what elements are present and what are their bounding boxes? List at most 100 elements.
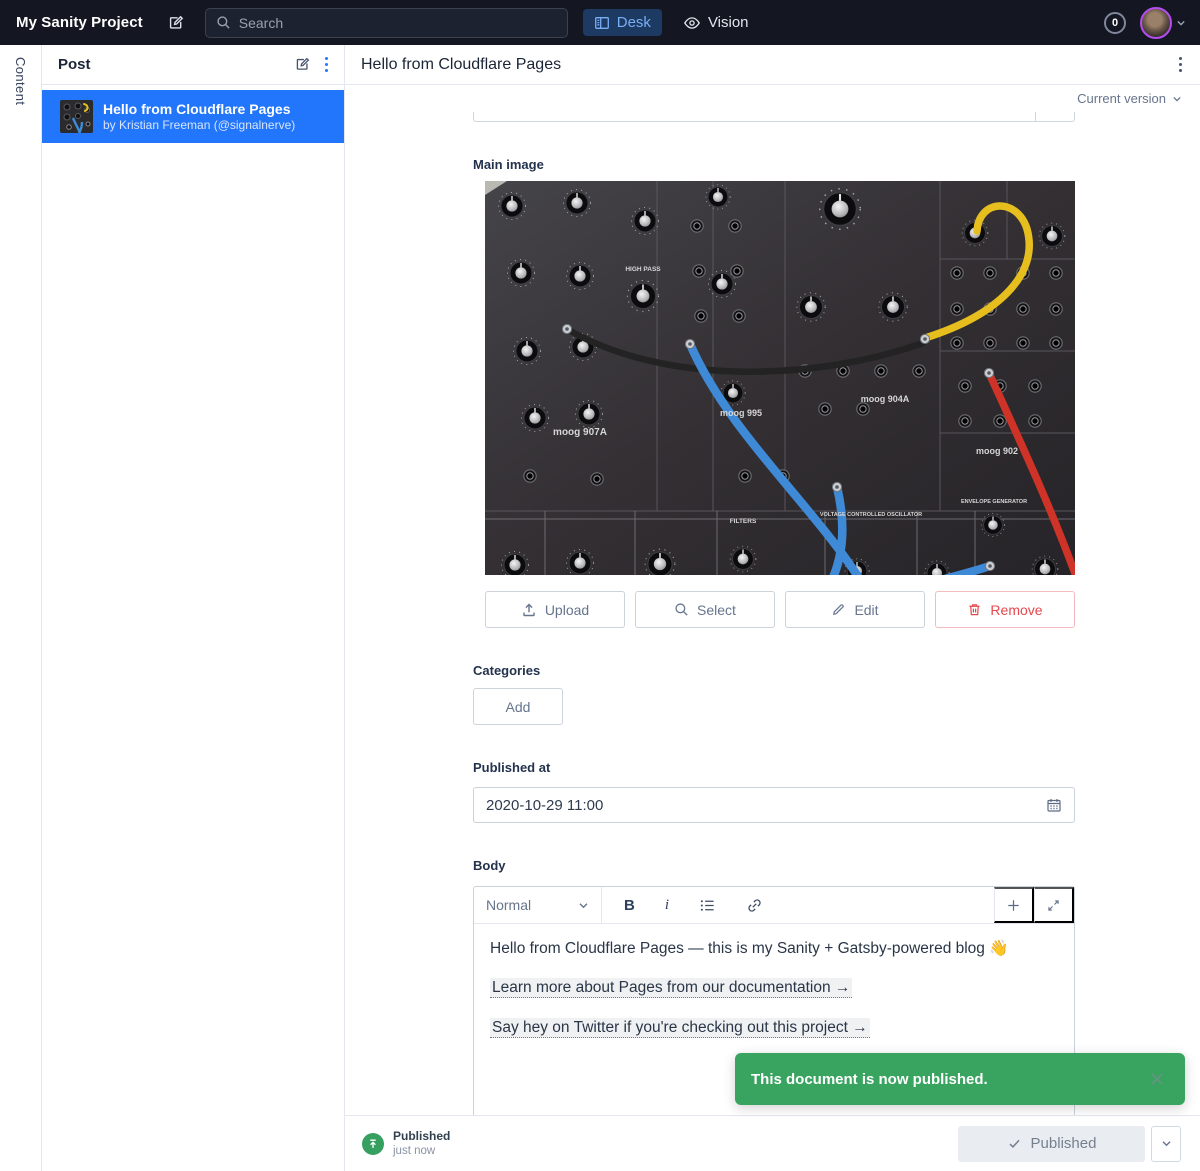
cropped-field-partial[interactable] [473, 112, 1075, 122]
tab-vision[interactable]: Vision [672, 9, 760, 37]
document-footer: Published just now Published [345, 1115, 1200, 1171]
notifications-badge[interactable]: 0 [1104, 12, 1126, 34]
toast-close-button[interactable] [1143, 1065, 1171, 1093]
project-title: My Sanity Project [16, 14, 143, 31]
tab-desk-label: Desk [617, 14, 651, 31]
post-item-text: Hello from Cloudflare Pages by Kristian … [103, 100, 295, 134]
published-button-label: Published [1031, 1135, 1097, 1152]
search-icon [674, 602, 689, 617]
check-icon [1007, 1136, 1022, 1151]
published-button[interactable]: Published [958, 1126, 1145, 1162]
search-input[interactable] [239, 15, 557, 31]
photo-label: moog 995 [720, 408, 762, 418]
document-title: Hello from Cloudflare Pages [361, 56, 1175, 74]
plus-icon [1005, 897, 1022, 914]
calendar-icon[interactable] [1046, 797, 1062, 813]
bullet-list-button[interactable] [697, 895, 718, 916]
remove-button[interactable]: Remove [935, 591, 1075, 628]
avatar [1140, 7, 1172, 39]
chevron-down-icon [1172, 94, 1182, 104]
document-menu-button[interactable] [1175, 53, 1187, 77]
link-button[interactable] [744, 895, 765, 916]
upload-label: Upload [545, 602, 589, 618]
upload-button[interactable]: Upload [485, 591, 625, 628]
publish-status-time: just now [393, 1144, 450, 1158]
user-menu[interactable] [1140, 7, 1186, 39]
close-icon [1147, 1069, 1167, 1089]
upload-icon [521, 602, 537, 618]
create-post-button[interactable] [290, 52, 315, 77]
body-link[interactable]: Say hey on Twitter if you're checking ou… [490, 1018, 870, 1038]
body-link[interactable]: Learn more about Pages from our document… [490, 978, 852, 998]
photo-label: VOLTAGE CONTROLLED OSCILLATOR [820, 512, 922, 518]
published-at-field[interactable] [473, 787, 1075, 823]
chevron-down-icon [1176, 18, 1186, 28]
document-scroll-area[interactable]: Main image [345, 112, 1200, 1115]
kebab-icon [1179, 57, 1183, 73]
post-item-subtitle: by Kristian Freeman (@signalnerve) [103, 118, 295, 134]
editor-toolbar: Normal B [474, 887, 1074, 924]
search-box[interactable] [205, 8, 568, 38]
publish-status-label: Published [393, 1129, 450, 1144]
tab-vision-label: Vision [708, 14, 749, 31]
version-selector[interactable]: Current version [345, 85, 1200, 112]
post-panel-header: Post [42, 45, 344, 85]
trash-icon [967, 602, 982, 617]
edit-label: Edit [854, 602, 878, 618]
publish-toast: This document is now published. [735, 1053, 1185, 1105]
select-button[interactable]: Select [635, 591, 775, 628]
badge-count: 0 [1112, 17, 1118, 29]
add-category-button[interactable]: Add [473, 688, 563, 725]
eye-icon [683, 14, 701, 32]
toast-message: This document is now published. [751, 1071, 988, 1088]
rail-label: Content [13, 57, 28, 1171]
body-paragraph[interactable]: Hello from Cloudflare Pages — this is my… [490, 938, 1058, 960]
bold-button[interactable]: B [622, 895, 637, 916]
add-label: Add [506, 699, 531, 715]
italic-icon: i [665, 897, 669, 914]
publish-menu-button[interactable] [1151, 1126, 1181, 1162]
remove-label: Remove [990, 602, 1042, 618]
tool-tabs: Desk Vision [583, 9, 760, 37]
chevron-down-icon [578, 900, 589, 911]
top-bar: My Sanity Project [0, 0, 1200, 45]
panel-title: Post [58, 56, 284, 73]
photo-label: moog 902 [976, 446, 1018, 456]
bold-icon: B [624, 897, 635, 914]
bullet-list-icon [699, 897, 716, 914]
compose-icon [294, 56, 311, 73]
photo-label: HIGH PASS [625, 266, 661, 273]
photo-label: moog 907A [553, 427, 607, 438]
content-rail[interactable]: Content [0, 45, 42, 1171]
post-list-item-selected[interactable]: Hello from Cloudflare Pages by Kristian … [42, 90, 344, 143]
insert-block-button[interactable] [994, 887, 1034, 923]
published-at-input[interactable] [486, 797, 1046, 814]
chevron-down-icon [1161, 1138, 1172, 1149]
panel-menu-button[interactable] [321, 53, 333, 77]
image-actions: Upload Select [485, 591, 1075, 628]
photo-label: FILTERS [730, 518, 757, 525]
tab-desk[interactable]: Desk [583, 9, 662, 36]
publish-status[interactable]: Published just now [362, 1129, 450, 1158]
link-icon [746, 897, 763, 914]
post-thumbnail [60, 100, 93, 133]
post-list-panel: Post [42, 45, 345, 1171]
style-select[interactable]: Normal [474, 887, 602, 923]
photo-label: moog 904A [861, 394, 910, 404]
new-document-button[interactable] [163, 10, 189, 36]
body-label: Body [473, 858, 1075, 873]
publish-status-icon [362, 1133, 384, 1155]
main-image-label: Main image [473, 157, 1075, 172]
document-pane: Hello from Cloudflare Pages Current vers… [345, 45, 1200, 1171]
post-item-title: Hello from Cloudflare Pages [103, 100, 295, 118]
pencil-icon [831, 602, 846, 617]
edit-button[interactable]: Edit [785, 591, 925, 628]
main-image-preview[interactable]: HIGH PASS moog 907A moog 995 moog 904A m… [485, 181, 1075, 575]
italic-button[interactable]: i [663, 895, 671, 916]
photo-label: ENVELOPE GENERATOR [961, 499, 1027, 505]
desk-icon [594, 15, 610, 31]
document-header: Hello from Cloudflare Pages [345, 45, 1200, 85]
expand-editor-button[interactable] [1034, 887, 1074, 923]
expand-icon [1046, 898, 1061, 913]
sanity-studio: My Sanity Project [0, 0, 1200, 1171]
